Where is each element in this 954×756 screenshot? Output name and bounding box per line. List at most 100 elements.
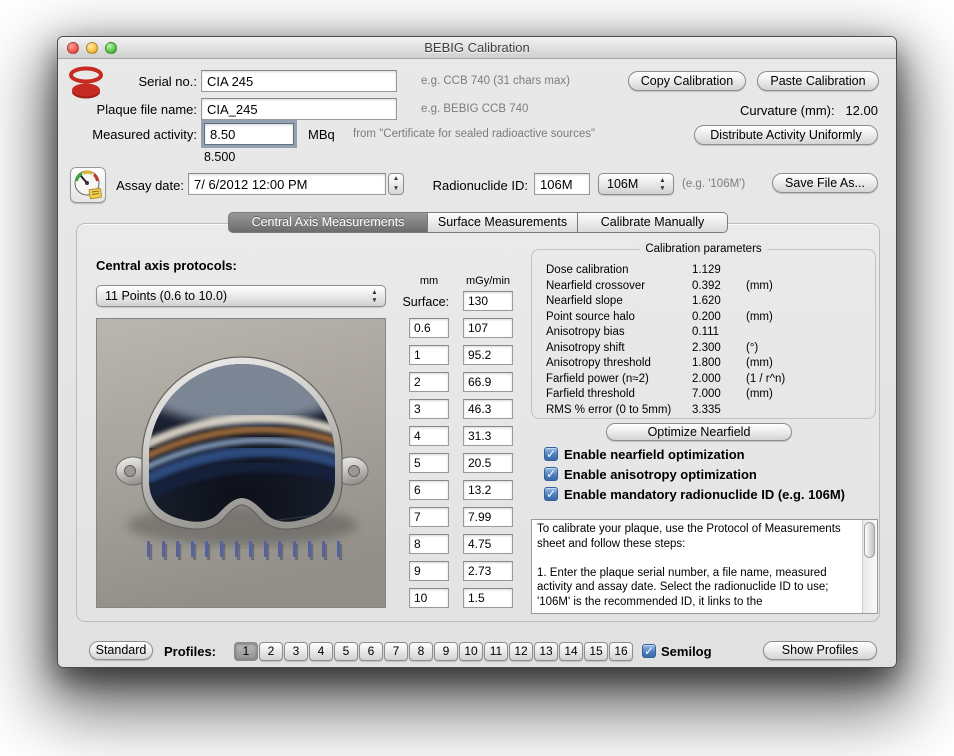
gauge-icon [74, 170, 103, 200]
tab-surface-measurements[interactable]: Surface Measurements [428, 212, 578, 233]
stepper-up-icon[interactable]: ▲ [389, 174, 403, 184]
profile-button-1[interactable]: 1 [234, 642, 258, 661]
depth-input[interactable] [409, 372, 449, 392]
depth-input[interactable] [409, 399, 449, 419]
protocols-label: Central axis protocols: [96, 258, 237, 273]
anisotropy-optimization-checkbox[interactable]: ✓ [544, 467, 558, 481]
activity-unit: MBq [308, 127, 335, 142]
titlebar[interactable]: BEBIG Calibration [58, 37, 896, 59]
depth-input[interactable] [409, 507, 449, 527]
param-value: 1.620 [692, 295, 721, 307]
show-profiles-button[interactable]: Show Profiles [763, 641, 877, 660]
dose-input[interactable] [463, 453, 513, 473]
profile-button-9[interactable]: 9 [434, 642, 458, 661]
profile-button-6[interactable]: 6 [359, 642, 383, 661]
save-file-as-button[interactable]: Save File As... [772, 173, 878, 193]
semilog-label: Semilog [661, 644, 712, 659]
scrollbar[interactable] [862, 520, 877, 613]
assay-date-label: Assay date: [116, 178, 184, 193]
copy-calibration-button[interactable]: Copy Calibration [628, 71, 746, 91]
protocols-popup-value: 11 Points (0.6 to 10.0) [105, 289, 228, 303]
tab-calibrate-manually[interactable]: Calibrate Manually [578, 212, 728, 233]
param-unit: (mm) [746, 310, 773, 323]
depth-input[interactable] [409, 588, 449, 608]
dose-input[interactable] [463, 372, 513, 392]
dose-input[interactable] [463, 426, 513, 446]
profile-button-4[interactable]: 4 [309, 642, 333, 661]
serial-label: Serial no.: [138, 74, 197, 89]
depth-input[interactable] [409, 453, 449, 473]
file-name-input[interactable] [201, 98, 397, 120]
param-value: 3.335 [692, 403, 721, 416]
profile-button-5[interactable]: 5 [334, 642, 358, 661]
curvature-value: 12.00 [845, 103, 878, 118]
anisotropy-optimization-label: Enable anisotropy optimization [564, 467, 757, 482]
activity-converted: 8.500 [204, 150, 236, 164]
zoom-button[interactable] [105, 42, 117, 54]
tab-central-axis-measurements[interactable]: Central Axis Measurements [228, 212, 428, 233]
depth-input[interactable] [409, 480, 449, 500]
activity-hint: from "Certificate for sealed radioactive… [353, 128, 596, 140]
standard-button[interactable]: Standard [89, 641, 153, 660]
plaque-photo [96, 318, 386, 608]
protocols-popup[interactable]: 11 Points (0.6 to 10.0) ▲ ▼ [96, 285, 386, 307]
profile-button-13[interactable]: 13 [534, 642, 558, 661]
dose-input[interactable] [463, 534, 513, 554]
profile-button-7[interactable]: 7 [384, 642, 408, 661]
mandatory-radionuclide-checkbox[interactable]: ✓ [544, 487, 558, 501]
param-unit: (mm) [746, 388, 773, 400]
radionuclide-hint: (e.g. '106M') [682, 178, 746, 190]
minimize-button[interactable] [86, 42, 98, 54]
param-name: Anisotropy threshold [546, 357, 651, 369]
depth-input[interactable] [409, 426, 449, 446]
param-name: Nearfield slope [546, 295, 623, 307]
radionuclide-input[interactable] [534, 173, 590, 195]
optimize-nearfield-button[interactable]: Optimize Nearfield [606, 423, 792, 441]
param-name: Dose calibration [546, 264, 629, 276]
param-value: 1.129 [692, 264, 721, 276]
profile-button-2[interactable]: 2 [259, 642, 283, 661]
profile-button-12[interactable]: 12 [509, 642, 533, 661]
dose-input[interactable] [463, 318, 513, 338]
profile-button-10[interactable]: 10 [459, 642, 483, 661]
distribute-activity-button[interactable]: Distribute Activity Uniformly [694, 125, 878, 145]
curvature-readout: Curvature (mm): 12.00 [658, 103, 878, 118]
profile-button-8[interactable]: 8 [409, 642, 433, 661]
dose-input[interactable] [463, 480, 513, 500]
radionuclide-popup[interactable]: 106M ▲ ▼ [598, 173, 674, 195]
semilog-checkbox[interactable]: ✓ [642, 644, 656, 658]
paste-calibration-button[interactable]: Paste Calibration [757, 71, 879, 91]
serial-input[interactable] [201, 70, 397, 92]
dose-input[interactable] [463, 588, 513, 608]
depth-input[interactable] [409, 534, 449, 554]
dose-input[interactable] [463, 345, 513, 365]
dose-input[interactable] [463, 561, 513, 581]
profile-button-11[interactable]: 11 [484, 642, 508, 661]
assay-gauge-button[interactable] [70, 167, 106, 203]
param-value: 7.000 [692, 388, 721, 400]
calibration-parameters-group: Calibration parameters Dose calibration 1… [531, 243, 876, 419]
stepper-down-icon[interactable]: ▼ [389, 184, 403, 194]
assay-date-input[interactable] [188, 173, 386, 195]
param-name: Anisotropy bias [546, 326, 625, 338]
depth-input[interactable] [409, 345, 449, 365]
param-name: Anisotropy shift [546, 341, 625, 354]
assay-date-stepper[interactable]: ▲ ▼ [388, 173, 404, 195]
profile-button-15[interactable]: 15 [584, 642, 608, 661]
nearfield-optimization-checkbox[interactable]: ✓ [544, 447, 558, 461]
param-value: 0.111 [692, 326, 720, 338]
profile-button-3[interactable]: 3 [284, 642, 308, 661]
close-button[interactable] [67, 42, 79, 54]
surface-dose-input[interactable] [463, 291, 513, 311]
scrollbar-thumb[interactable] [864, 522, 875, 558]
depth-input[interactable] [409, 318, 449, 338]
profile-button-16[interactable]: 16 [609, 642, 633, 661]
file-name-label: Plaque file name: [96, 102, 197, 117]
activity-input[interactable] [204, 123, 294, 145]
depth-input[interactable] [409, 561, 449, 581]
serial-hint: e.g. CCB 740 (31 chars max) [421, 75, 570, 87]
dose-input[interactable] [463, 507, 513, 527]
dose-input[interactable] [463, 399, 513, 419]
profile-button-14[interactable]: 14 [559, 642, 583, 661]
window-title: BEBIG Calibration [424, 40, 530, 55]
